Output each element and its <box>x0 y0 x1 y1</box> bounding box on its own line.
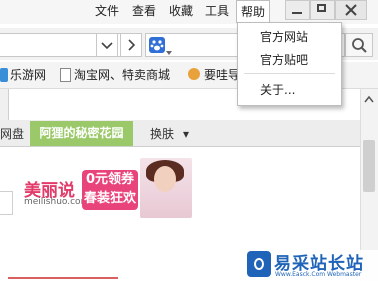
watermark-logo-ring <box>254 258 264 270</box>
ad-promo[interactable]: 0元领券 春装狂欢 <box>82 170 138 210</box>
ad-url: meilishuo.com <box>24 197 90 207</box>
tab-netdisk[interactable]: 网盘 <box>0 122 24 146</box>
page-icon <box>60 68 71 82</box>
menu-official-forum[interactable]: 官方贴吧 <box>238 50 341 70</box>
minimize-icon <box>292 12 302 14</box>
menu-official-site[interactable]: 官方网站 <box>238 27 341 47</box>
tab-ali-garden[interactable]: 阿狸的秘密花园 <box>30 121 133 146</box>
address-dropdown-button[interactable] <box>96 33 118 57</box>
maximize-button[interactable] <box>310 0 335 20</box>
bookmark-taobao[interactable]: 淘宝网、特卖商城 <box>74 62 170 88</box>
search-icon <box>352 38 367 53</box>
bottom-link[interactable] <box>8 274 148 281</box>
search-engine-dropdown-icon[interactable] <box>166 44 172 58</box>
chevron-right-icon <box>128 39 136 51</box>
skin-button[interactable]: 换肤 <box>150 122 174 146</box>
menu-about[interactable]: 关于... <box>238 80 341 100</box>
bookmark-favicon-icon <box>0 68 8 82</box>
search-button[interactable] <box>345 33 373 57</box>
menu-favorites[interactable]: 收藏 <box>166 0 196 22</box>
forward-button[interactable] <box>120 33 142 57</box>
watermark-url: Www.Easck.Com Webmaster <box>275 271 362 278</box>
ad-promo-line2: 春装狂欢 <box>83 191 136 206</box>
minimize-button[interactable] <box>285 0 310 20</box>
ad-model-face <box>154 166 176 192</box>
chevron-down-icon[interactable]: ▾ <box>183 122 189 146</box>
bookmark-yaowa[interactable]: 要哇导 <box>204 62 240 88</box>
menu-help[interactable]: 帮助 <box>236 0 270 23</box>
ad-promo-line1: 0元领券 <box>85 172 135 187</box>
menu-view[interactable]: 查看 <box>129 0 159 22</box>
scroll-up-icon[interactable] <box>363 92 375 106</box>
close-button[interactable] <box>335 0 367 20</box>
scroll-thumb[interactable] <box>363 140 375 192</box>
chevron-down-icon <box>101 42 113 50</box>
menu-separator <box>244 73 335 74</box>
left-edge-box <box>0 191 13 215</box>
menu-file[interactable]: 文件 <box>92 0 122 22</box>
maximize-icon <box>317 4 326 12</box>
paw-icon[interactable] <box>149 37 165 53</box>
close-icon <box>345 4 357 16</box>
menu-tools[interactable]: 工具 <box>202 0 232 22</box>
globe-icon <box>188 68 200 80</box>
bookmark-leyou[interactable]: 乐游网 <box>10 62 46 88</box>
help-menu: 官方网站 官方贴吧 关于... <box>237 22 342 106</box>
